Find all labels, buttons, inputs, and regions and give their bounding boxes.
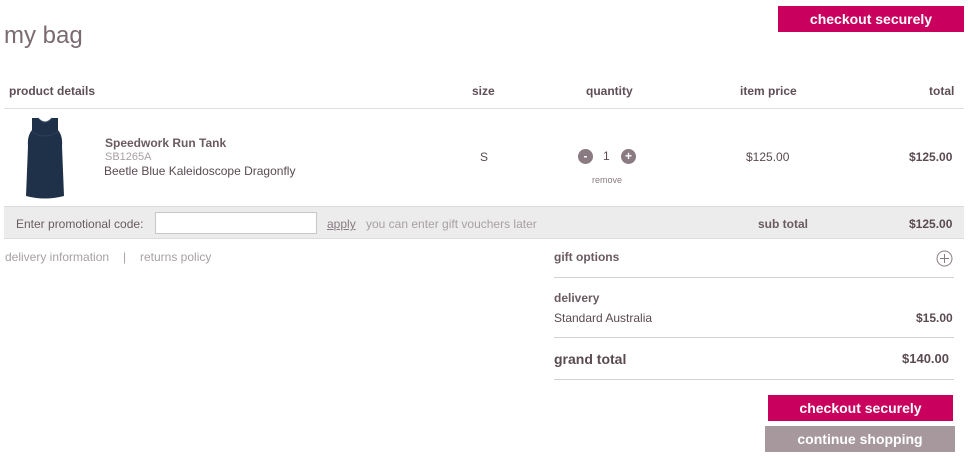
grand-total-label: grand total [554,351,627,367]
delivery-information-link[interactable]: delivery information [5,250,109,264]
subtotal-value: $125.00 [909,217,953,231]
header-total: total [929,84,955,98]
apply-promo-link[interactable]: apply [327,217,356,231]
header-item-price: item price [740,84,797,98]
quantity-value: 1 [603,149,610,163]
quantity-increase-button[interactable]: + [621,149,636,164]
returns-policy-link[interactable]: returns policy [140,250,211,264]
promo-label: Enter promotional code: [16,217,144,231]
summary-divider [554,277,954,278]
subtotal-label: sub total [758,217,808,231]
item-price: $125.00 [746,150,790,164]
product-color: Beetle Blue Kaleidoscope Dragonfly [104,164,296,178]
checkout-top-button[interactable]: checkout securely [778,6,964,32]
promo-code-input[interactable] [155,212,317,234]
remove-item-link[interactable]: remove [592,175,622,185]
tank-top-image[interactable] [22,116,68,200]
header-quantity: quantity [586,84,633,98]
quantity-decrease-button[interactable]: - [578,149,593,164]
header-product-details: product details [9,84,96,98]
summary-divider [554,379,954,380]
product-sku: SB1265A [105,151,152,163]
plus-circle-icon[interactable] [936,250,953,267]
item-size: S [480,150,489,164]
delivery-value: $15.00 [916,311,953,325]
continue-shopping-button[interactable]: continue shopping [765,426,955,452]
gift-options-label[interactable]: gift options [554,250,619,264]
delivery-method: Standard Australia [554,311,653,325]
item-total: $125.00 [909,150,953,164]
checkout-bottom-button[interactable]: checkout securely [768,395,953,421]
link-separator: | [123,250,127,264]
delivery-label: delivery [554,291,600,305]
header-size: size [472,84,495,98]
grand-total-value: $140.00 [902,351,949,366]
product-name[interactable]: Speedwork Run Tank [105,136,226,150]
voucher-note: you can enter gift vouchers later [366,217,537,231]
summary-divider [554,337,954,338]
page-title: my bag [4,22,83,49]
header-divider [4,108,964,109]
